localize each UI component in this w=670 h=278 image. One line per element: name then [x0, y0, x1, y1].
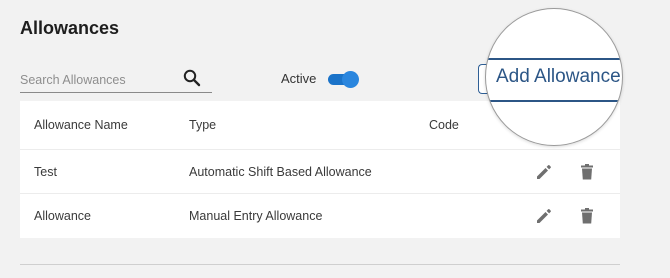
magnifier-callout: Add Allowance [485, 8, 623, 146]
add-allowance-button[interactable]: Add Allowance [496, 66, 621, 88]
active-filter-label: Active [281, 71, 317, 86]
divider [20, 264, 620, 265]
search-input[interactable] [20, 71, 180, 89]
active-toggle[interactable] [326, 71, 359, 88]
edit-icon[interactable] [534, 162, 554, 182]
edit-icon[interactable] [534, 206, 554, 226]
button-border-top [486, 58, 622, 60]
page-title: Allowances [20, 18, 120, 38]
allowance-type-cell: Automatic Shift Based Allowance [189, 165, 372, 179]
table-row: Allowance Manual Entry Allowance [20, 193, 620, 238]
delete-icon[interactable] [577, 206, 597, 226]
search-field[interactable] [20, 68, 212, 93]
column-header-type: Type [189, 118, 217, 132]
allowance-name-cell: Allowance [34, 209, 91, 223]
allowance-name-cell: Test [34, 165, 57, 179]
delete-icon[interactable] [577, 162, 597, 182]
allowance-type-cell: Manual Entry Allowance [189, 209, 323, 223]
column-header-code: Code [429, 118, 459, 132]
search-icon[interactable] [182, 68, 202, 88]
toggle-knob [342, 71, 359, 88]
column-header-allowance-name: Allowance Name [34, 118, 128, 132]
table-row: Test Automatic Shift Based Allowance [20, 149, 620, 194]
button-border-bottom [486, 100, 622, 102]
